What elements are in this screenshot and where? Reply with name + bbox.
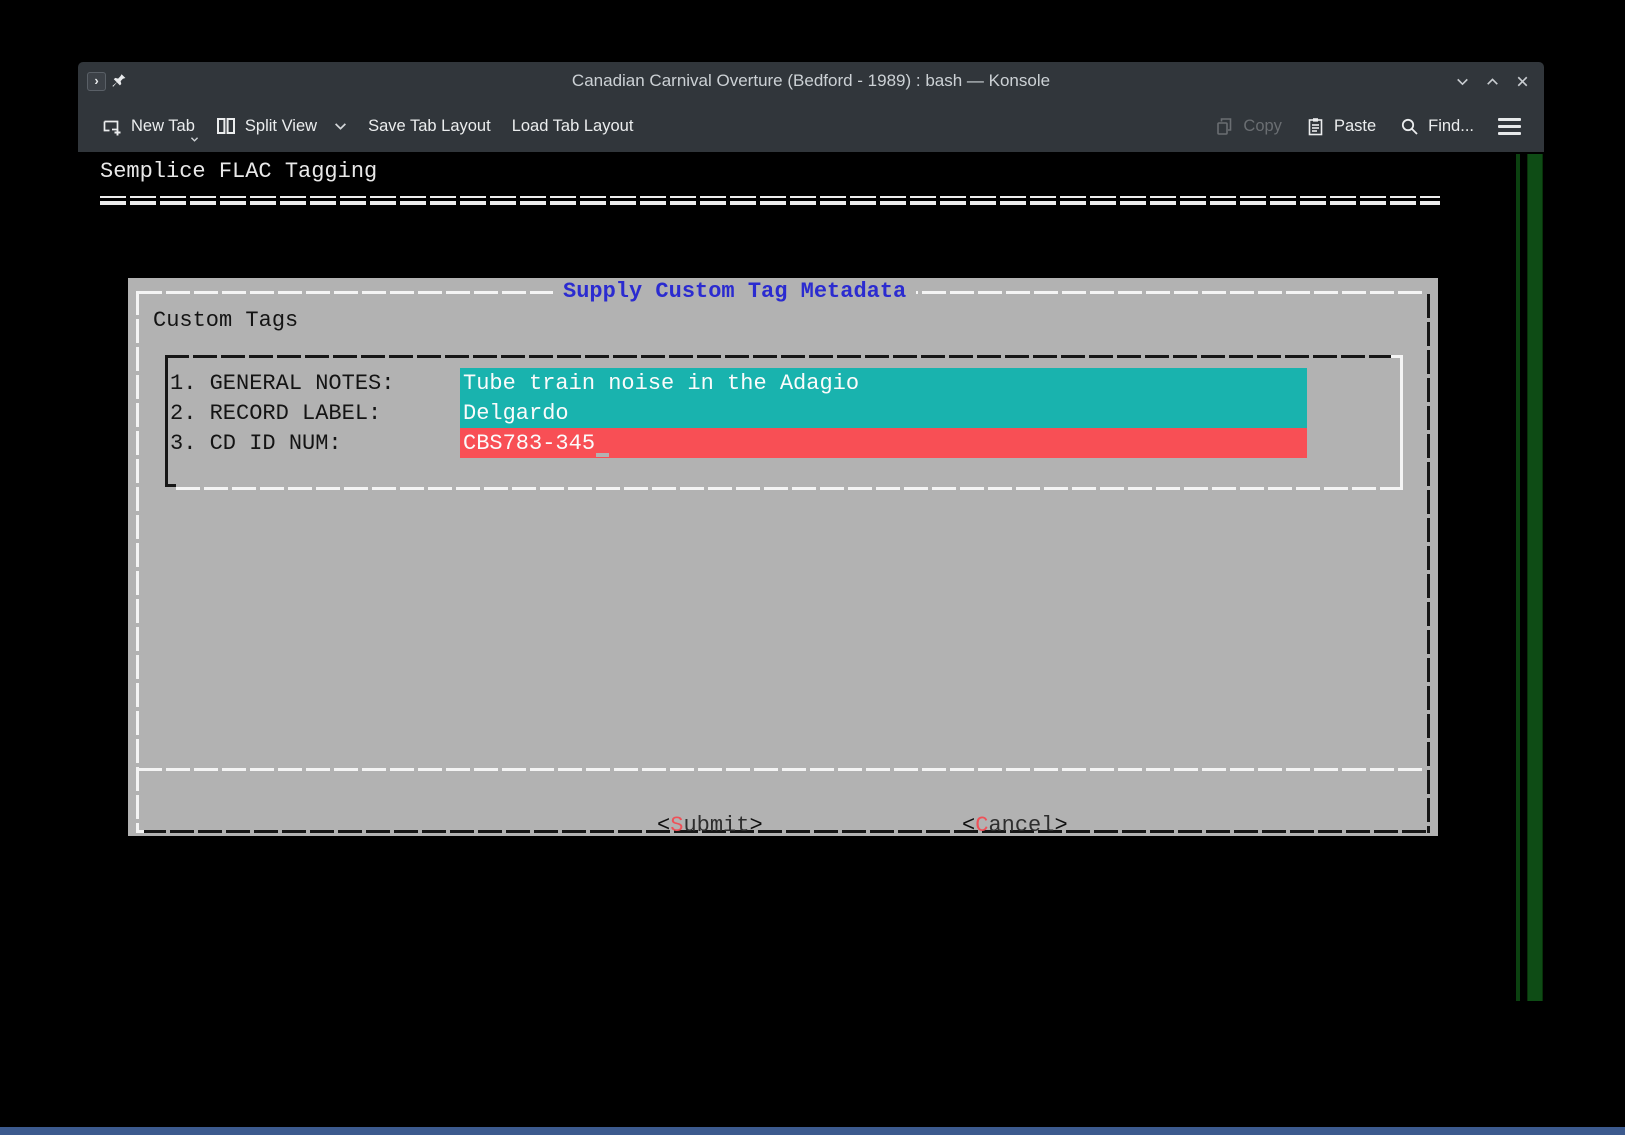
window-controls — [1454, 62, 1531, 100]
toolbar: New Tab Split View Save Tab Layout Load … — [78, 100, 1544, 152]
find-label: Find... — [1428, 117, 1474, 136]
load-tab-layout-label: Load Tab Layout — [512, 117, 634, 136]
new-tab-label: New Tab — [131, 117, 195, 136]
copy-button[interactable]: Copy — [1215, 117, 1282, 136]
tab-new-icon — [102, 116, 122, 136]
cancel-hotkey: C — [975, 813, 988, 838]
submit-hotkey: S — [670, 813, 683, 838]
dialog-title: Supply Custom Tag Metadata — [553, 278, 916, 305]
split-view-button[interactable]: Split View — [216, 116, 347, 136]
find-button[interactable]: Find... — [1400, 117, 1474, 136]
paste-button[interactable]: Paste — [1306, 117, 1376, 136]
text-cursor — [596, 453, 609, 457]
split-view-icon — [216, 116, 236, 136]
konsole-window: › Canadian Carnival Overture (Bedford - … — [78, 62, 1544, 1005]
tag-metadata-dialog: Supply Custom Tag Metadata Custom Tags 1… — [128, 278, 1438, 836]
paste-label: Paste — [1334, 117, 1376, 136]
form-box-corner — [1391, 355, 1400, 358]
cd-id-num-input[interactable]: CBS783-345 — [460, 428, 1307, 458]
record-label-label: 2. RECORD LABEL: — [170, 400, 381, 428]
cancel-button[interactable]: <Cancel> — [830, 784, 1068, 868]
submit-button[interactable]: <Submit> — [525, 784, 763, 868]
chevron-up-icon — [1484, 73, 1501, 90]
dialog-button-separator — [138, 768, 1424, 771]
chevron-down-icon — [190, 136, 199, 143]
general-notes-value: Tube train noise in the Adagio — [463, 370, 859, 397]
copy-label: Copy — [1243, 117, 1282, 136]
cd-id-num-value: CBS783-345 — [463, 430, 595, 457]
close-icon — [1514, 73, 1531, 90]
dialog-border-bottom — [142, 830, 1430, 833]
form-box-border-top — [165, 355, 1395, 358]
save-tab-layout-label: Save Tab Layout — [368, 117, 491, 136]
record-label-input[interactable]: Delgardo — [460, 398, 1307, 428]
hamburger-icon — [1498, 118, 1521, 121]
scrollbar-thumb[interactable] — [1527, 154, 1543, 1001]
menu-button[interactable] — [1498, 116, 1521, 137]
toolbar-left: New Tab Split View Save Tab Layout Load … — [102, 100, 633, 152]
chevron-down-icon — [1454, 73, 1471, 90]
new-tab-button[interactable]: New Tab — [102, 116, 195, 136]
screen: › Canadian Carnival Overture (Bedford - … — [0, 0, 1625, 1135]
custom-tags-label: Custom Tags — [153, 308, 298, 334]
terminal-header-rule — [100, 196, 1440, 205]
taskbar-edge — [0, 1127, 1625, 1135]
minimize-button[interactable] — [1454, 73, 1471, 90]
general-notes-label: 1. GENERAL NOTES: — [170, 370, 394, 398]
split-view-label: Split View — [245, 117, 317, 136]
form-row-cd-id-num: 3. CD ID NUM: CBS783-345 — [128, 428, 1438, 458]
form-box-corner — [165, 484, 176, 487]
save-tab-layout-button[interactable]: Save Tab Layout — [368, 117, 491, 136]
record-label-value: Delgardo — [463, 400, 569, 427]
form-box-border-bottom — [176, 487, 1403, 490]
terminal-header-text: Semplice FLAC Tagging — [100, 158, 377, 186]
general-notes-input[interactable]: Tube train noise in the Adagio — [460, 368, 1307, 398]
maximize-button[interactable] — [1484, 73, 1501, 90]
dialog-corner — [136, 830, 144, 833]
close-button[interactable] — [1514, 73, 1531, 90]
paste-icon — [1306, 117, 1325, 136]
load-tab-layout-button[interactable]: Load Tab Layout — [512, 117, 634, 136]
form-row-record-label: 2. RECORD LABEL: Delgardo — [128, 398, 1438, 428]
window-title: Canadian Carnival Overture (Bedford - 19… — [78, 62, 1544, 100]
terminal-screen[interactable]: Semplice FLAC Tagging Supply Custom Tag … — [78, 152, 1544, 1005]
form-row-general-notes: 1. GENERAL NOTES: Tube train noise in th… — [128, 368, 1438, 398]
copy-icon — [1215, 117, 1234, 136]
titlebar[interactable]: › Canadian Carnival Overture (Bedford - … — [78, 62, 1544, 100]
chevron-down-icon — [334, 121, 347, 131]
search-icon — [1400, 117, 1419, 136]
scrollbar-track — [1516, 154, 1520, 1001]
cd-id-num-label: 3. CD ID NUM: — [170, 430, 342, 458]
toolbar-right: Copy Paste Find... — [1215, 100, 1521, 152]
